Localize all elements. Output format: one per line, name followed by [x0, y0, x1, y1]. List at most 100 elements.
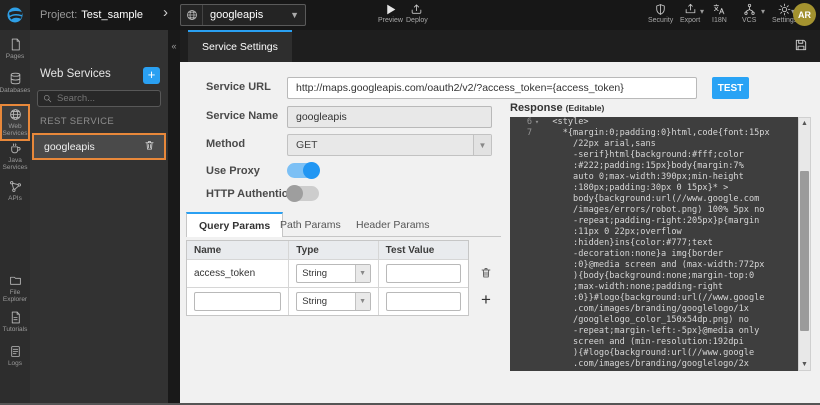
scroll-down-icon[interactable]: ▼ [799, 359, 810, 370]
delete-service-icon[interactable] [144, 138, 164, 156]
params-tab-strip: Query Params Path Params Header Params [186, 212, 501, 237]
breadcrumb: Project: Test_sample [40, 0, 143, 30]
type-select[interactable]: String ▼ [296, 292, 370, 311]
column-header-test-value: Test Value [379, 241, 468, 259]
response-label: Response (Editable) [510, 102, 604, 114]
tab-header-params[interactable]: Header Params [344, 212, 442, 237]
response-label-text: Response [510, 102, 563, 114]
sidebar-item-web-services[interactable]: Web Services [0, 104, 30, 141]
add-row-button[interactable]: + [471, 286, 501, 314]
deploy-icon [410, 3, 423, 16]
response-editable-text: (Editable) [566, 103, 605, 113]
web-services-panel: Web Services + REST SERVICE googleapis [30, 30, 168, 403]
test-value-input[interactable] [386, 292, 461, 311]
service-selector-dropdown[interactable]: googleapis ▼ [180, 4, 306, 26]
sidebar-item-logs[interactable]: Logs [0, 345, 30, 367]
code-line: /images/errors/robot.png) 100% 5px no [510, 205, 798, 216]
code-line: .com/images/branding/googlelogo/1x [510, 304, 798, 315]
param-name-cell [187, 288, 289, 315]
wavemaker-logo-icon [6, 6, 24, 24]
sidebar-item-label: Pages [6, 53, 24, 60]
search-icon [43, 90, 52, 108]
user-avatar[interactable]: AR [793, 3, 816, 26]
sidebar-item-java-services[interactable]: Java Services [0, 142, 30, 171]
export-button[interactable]: Export ▾ [680, 3, 700, 24]
table-row: String ▼ [187, 287, 468, 315]
sidebar-item-label: Databases [0, 87, 31, 94]
save-button[interactable] [794, 38, 808, 57]
chevron-down-icon: ▾ [761, 7, 765, 16]
page-icon [9, 38, 22, 51]
log-document-icon [9, 345, 22, 358]
code-line: :#222;padding:15px}body{margin:7% [510, 161, 798, 172]
test-button[interactable]: TEST [712, 77, 749, 99]
code-line: :180px;padding:30px 0 15px}* > [510, 183, 798, 194]
method-select[interactable]: GET ▼ [287, 134, 492, 156]
app-logo[interactable] [0, 0, 30, 30]
code-line: body{background:url(//www.google.com [510, 194, 798, 205]
http-auth-toggle[interactable] [287, 186, 319, 201]
code-line: :hidden}ins{color:#777;text [510, 238, 798, 249]
sidebar-item-file-explorer[interactable]: File Explorer [0, 274, 30, 303]
project-label: Project: [40, 9, 77, 21]
security-label: Security [648, 17, 673, 24]
sidebar-item-apis[interactable]: APIs [0, 180, 30, 202]
delete-row-button[interactable] [471, 258, 501, 286]
use-proxy-label: Use Proxy [206, 165, 260, 177]
breadcrumb-chevron-icon: › [163, 4, 168, 21]
service-list-item-googleapis[interactable]: googleapis [32, 133, 166, 160]
param-test-value-cell [379, 288, 468, 315]
i18n-button[interactable]: I18N [712, 3, 727, 24]
method-label: Method [206, 138, 245, 150]
vcs-button[interactable]: VCS ▾ [742, 3, 756, 24]
sidebar-item-label: Logs [8, 360, 22, 367]
vcs-label: VCS [742, 17, 756, 24]
code-line: -repeat;margin-left:-5px}@media only [510, 326, 798, 337]
code-line: .com/images/branding/googlelogo/2x [510, 359, 798, 370]
deploy-button[interactable]: Deploy [406, 3, 428, 24]
tab-path-params[interactable]: Path Params [268, 212, 353, 237]
line-number: 7 [510, 128, 532, 139]
toggle-knob [303, 162, 320, 179]
test-value-input[interactable] [386, 264, 461, 283]
scroll-up-icon[interactable]: ▲ [799, 118, 810, 129]
fold-arrow-icon[interactable]: ▾ [532, 117, 542, 128]
service-settings-content: Service URL TEST Service Name Method GET… [180, 62, 820, 403]
scrollbar-thumb[interactable] [800, 171, 809, 331]
collapse-panel-button[interactable]: « [168, 39, 180, 53]
sidebar-item-tutorials[interactable]: Tutorials [0, 311, 30, 333]
security-button[interactable]: Security [648, 3, 673, 24]
code-line: 6▾ <style> [510, 117, 798, 128]
editor-scrollbar[interactable]: ▲ ▼ [798, 117, 811, 371]
globe-icon [9, 108, 22, 121]
code-line: ){body{background:none;margin-top:0 [510, 271, 798, 282]
sidebar-item-databases[interactable]: Databases [0, 72, 30, 94]
topbar: Project: Test_sample › googleapis ▼ Prev… [0, 0, 820, 30]
code-line: :11px 0 22px;overflow [510, 227, 798, 238]
left-nav: Pages Databases Web Services Java Servic… [0, 30, 30, 403]
table-header-row: Name Type Test Value [187, 241, 468, 259]
use-proxy-toggle[interactable] [287, 163, 319, 178]
preview-button[interactable]: Preview [378, 3, 403, 24]
code-line: ){#logo{background:url(//www.google [510, 348, 798, 359]
code-line: :0}}#logo{background:url(//www.google [510, 293, 798, 304]
service-item-label: googleapis [34, 141, 144, 153]
param-type-cell: String ▼ [289, 260, 378, 287]
sidebar-item-pages[interactable]: Pages [0, 38, 30, 60]
deploy-label: Deploy [406, 17, 428, 24]
query-params-table: Name Type Test Value access_token String… [186, 240, 469, 316]
response-code-editor[interactable]: 6▾ <style> 7 *{margin:0;padding:0}html,c… [510, 117, 798, 371]
export-icon [684, 3, 697, 16]
service-name-input[interactable] [287, 106, 492, 128]
toggle-knob [286, 185, 303, 202]
param-name-input[interactable] [194, 292, 281, 311]
search-box[interactable] [37, 90, 161, 107]
sidebar-item-label: Java Services [0, 157, 30, 171]
search-input[interactable] [57, 93, 147, 104]
param-test-value-cell [379, 260, 468, 287]
add-service-button[interactable]: + [143, 67, 160, 84]
tab-service-settings[interactable]: Service Settings [188, 30, 292, 62]
service-url-input[interactable] [287, 77, 697, 99]
type-select[interactable]: String ▼ [296, 264, 370, 283]
chevron-down-icon: ▼ [290, 10, 305, 20]
